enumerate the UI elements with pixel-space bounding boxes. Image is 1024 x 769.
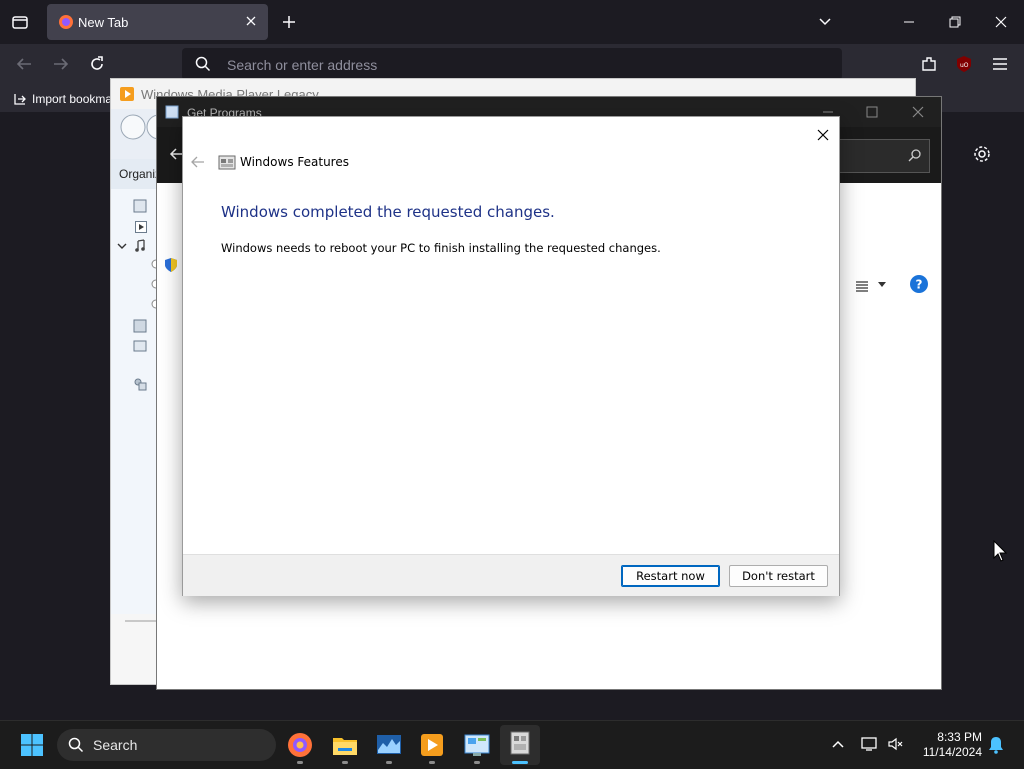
uac-shield-icon: [163, 257, 179, 273]
videos-icon[interactable]: [133, 319, 147, 333]
back-icon[interactable]: [15, 56, 33, 72]
browser-tab[interactable]: New Tab: [47, 4, 268, 40]
windows-features-icon: [218, 153, 236, 171]
address-placeholder: Search or enter address: [227, 57, 378, 73]
taskbar: Search 8:33 PM 11/14/2024: [0, 720, 1024, 769]
reload-icon[interactable]: [88, 55, 106, 73]
dialog-message: Windows needs to reboot your PC to finis…: [221, 241, 661, 255]
running-indicator: [297, 761, 303, 764]
view-options: ?: [839, 273, 939, 303]
svg-text:?: ?: [916, 278, 923, 292]
media-player-status: [111, 614, 161, 684]
taskbar-search[interactable]: Search: [57, 729, 276, 761]
folder-icon: [333, 738, 357, 755]
system-clock[interactable]: 8:33 PM 11/14/2024: [914, 730, 982, 760]
restart-now-button[interactable]: Restart now: [621, 565, 720, 587]
settings-gear-icon[interactable]: [973, 145, 991, 163]
back-circle-icon[interactable]: [119, 113, 147, 141]
volume-muted-icon[interactable]: [887, 736, 905, 752]
control-panel-icon: [464, 734, 490, 756]
media-player-icon: [421, 734, 443, 756]
active-indicator: [512, 761, 528, 764]
view-dropdown-icon[interactable]: [877, 281, 887, 289]
clock-time: 8:33 PM: [937, 730, 982, 744]
taskbar-firefox[interactable]: [284, 729, 316, 761]
dialog-footer: Restart now Don't restart: [183, 554, 839, 596]
minimize-icon[interactable]: [902, 15, 916, 29]
maximize-icon[interactable]: [865, 105, 879, 119]
svg-text:uO: uO: [960, 62, 969, 69]
control-panel-icon: [165, 105, 179, 119]
running-indicator: [386, 761, 392, 764]
help-icon[interactable]: ?: [909, 274, 929, 294]
taskbar-control-panel[interactable]: [461, 729, 493, 761]
library-icon[interactable]: [133, 199, 147, 213]
firefox-icon: [58, 14, 74, 30]
taskbar-media-player[interactable]: [416, 729, 448, 761]
search-field[interactable]: [839, 139, 930, 173]
other-libraries-icon[interactable]: [133, 377, 147, 391]
search-icon: [908, 148, 922, 162]
search-icon: [68, 737, 84, 753]
running-indicator: [429, 761, 435, 764]
import-icon: [14, 94, 26, 105]
address-bar[interactable]: Search or enter address: [182, 48, 842, 80]
media-player-sidebar: [111, 189, 161, 629]
dialog-back-button[interactable]: [189, 153, 207, 171]
dont-restart-button[interactable]: Don't restart: [729, 565, 828, 587]
network-icon[interactable]: [860, 736, 878, 752]
monitor-chart-icon: [377, 735, 401, 754]
tab-list-icon[interactable]: [10, 12, 30, 32]
menu-icon[interactable]: [991, 56, 1009, 72]
restore-icon[interactable]: [948, 15, 962, 29]
back-arrow-icon: [191, 156, 204, 168]
chevron-up-icon[interactable]: [831, 738, 845, 750]
taskbar-performance-monitor[interactable]: [373, 729, 405, 761]
windows-features-icon: [510, 731, 530, 755]
media-player-icon: [119, 86, 135, 102]
chevron-down-icon[interactable]: [818, 15, 832, 29]
close-icon[interactable]: [911, 105, 925, 119]
new-tab-icon[interactable]: [281, 14, 297, 30]
forward-icon[interactable]: [52, 56, 70, 72]
mouse-cursor-icon: [993, 540, 1007, 562]
search-label: Search: [93, 737, 138, 753]
list-view-icon[interactable]: [855, 279, 869, 293]
firefox-icon: [288, 733, 312, 757]
seek-bar[interactable]: [125, 620, 159, 622]
play-item-icon[interactable]: [135, 221, 147, 233]
pictures-icon[interactable]: [133, 339, 147, 353]
notification-bell-icon[interactable]: [988, 736, 1004, 754]
search-icon: [195, 56, 211, 72]
running-indicator: [474, 761, 480, 764]
close-icon: [817, 129, 829, 141]
expand-chevron-icon[interactable]: [117, 241, 127, 251]
start-button[interactable]: [20, 733, 44, 757]
ublock-icon[interactable]: uO: [955, 55, 973, 73]
windows-features-dialog: Windows Features Windows completed the r…: [182, 116, 840, 596]
taskbar-windows-features[interactable]: [500, 725, 540, 765]
close-window-icon[interactable]: [994, 15, 1008, 29]
extensions-icon[interactable]: [920, 55, 938, 73]
dialog-close-button[interactable]: [811, 123, 835, 147]
taskbar-file-explorer[interactable]: [329, 729, 361, 761]
dialog-heading: Windows completed the requested changes.: [221, 203, 555, 221]
running-indicator: [342, 761, 348, 764]
music-icon[interactable]: [133, 239, 147, 253]
browser-tab-strip: New Tab: [0, 0, 1024, 44]
tab-title: New Tab: [78, 15, 129, 30]
windows-logo-icon: [21, 734, 43, 756]
dialog-title: Windows Features: [240, 155, 349, 169]
close-tab-icon[interactable]: [245, 15, 257, 27]
clock-date: 11/14/2024: [922, 745, 982, 759]
